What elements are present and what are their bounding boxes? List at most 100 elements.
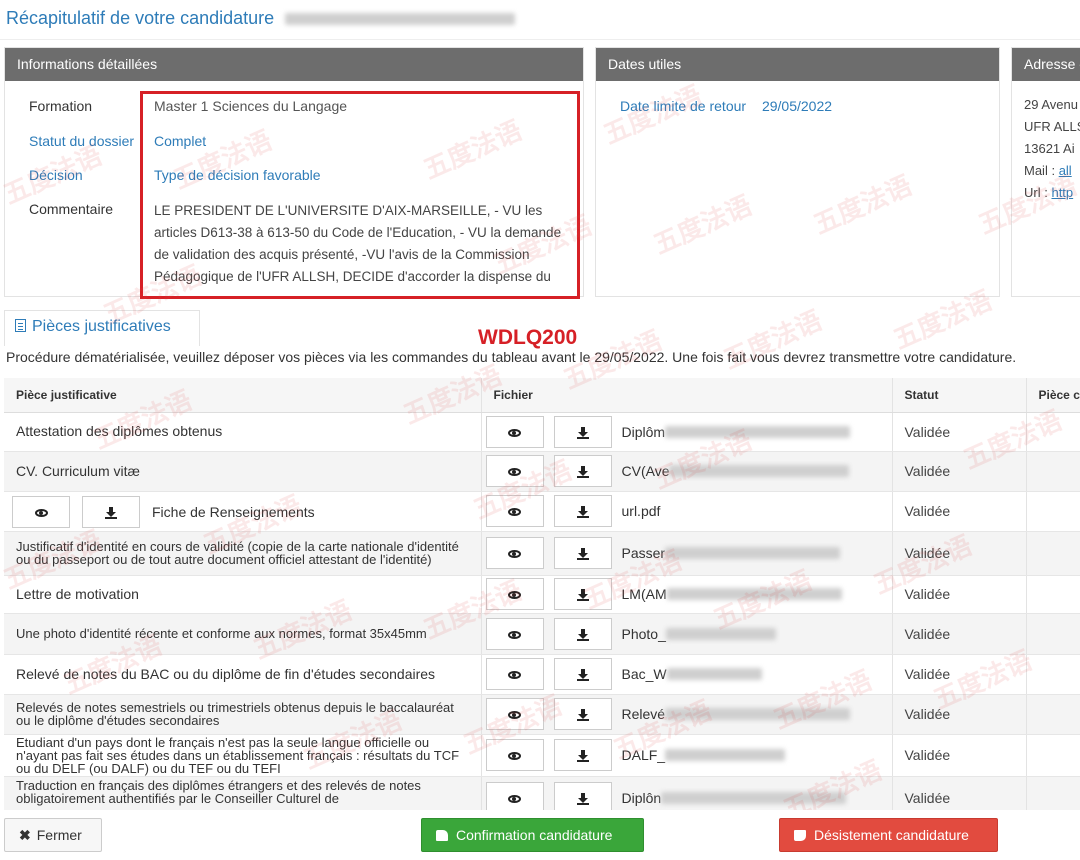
piece-label: Une photo d'identité récente et conforme… <box>4 613 482 655</box>
file-name[interactable]: DALF_ <box>622 747 666 763</box>
file-name[interactable]: Diplôm <box>622 424 666 440</box>
table-row: Relevés de notes semestriels ou trimestr… <box>4 694 1080 735</box>
confirm-application-button[interactable]: Confirmation candidature <box>421 818 644 852</box>
thumbs-up-icon <box>436 830 448 841</box>
redacted-filename <box>665 749 786 761</box>
comment-label: Commentaire <box>29 201 114 217</box>
footer-bar: ✖ Fermer Confirmation candidature Désiste… <box>0 810 1080 860</box>
close-button-label: Fermer <box>36 827 82 843</box>
download-icon <box>576 466 589 479</box>
tab-pieces-justificatives[interactable]: Pièces justificatives <box>4 310 200 346</box>
confirm-button-label: Confirmation candidature <box>456 827 613 843</box>
download-icon <box>576 506 589 519</box>
redacted-filename <box>661 792 847 804</box>
eye-icon <box>508 468 521 477</box>
documents-table: Pièce justificative Fichier Statut Pièce… <box>4 378 1080 821</box>
file-cell: Relevé <box>481 694 893 735</box>
download-icon <box>576 750 589 763</box>
view-button[interactable] <box>485 617 544 650</box>
piece-label: Lettre de motivation <box>4 575 482 614</box>
piece-label: CV. Curriculum vitæ <box>4 451 482 492</box>
status-cell: Validée <box>892 491 1027 532</box>
address-line-1: 29 Avenu <box>1024 97 1078 112</box>
view-button[interactable] <box>485 698 544 730</box>
download-button[interactable] <box>553 415 612 448</box>
view-button[interactable] <box>485 537 544 569</box>
watermark-code: WDLQ200 <box>478 326 578 349</box>
file-name[interactable]: url.pdf <box>622 503 661 519</box>
deadline-value: 29/05/2022 <box>761 98 833 114</box>
view-button[interactable] <box>485 739 544 771</box>
withdraw-application-button[interactable]: Désistement candidature <box>779 818 998 852</box>
download-button[interactable] <box>553 739 612 771</box>
download-button[interactable] <box>553 455 612 487</box>
address-line-2: UFR ALLS <box>1024 119 1080 134</box>
piece-label: Attestation des diplômes obtenus <box>4 412 482 452</box>
file-cell: CV(Ave <box>481 451 893 492</box>
eye-icon <box>508 630 521 639</box>
file-name[interactable]: LM(AM <box>622 586 667 602</box>
eye-icon <box>508 428 521 437</box>
close-button[interactable]: ✖ Fermer <box>4 818 102 852</box>
download-button[interactable] <box>553 698 612 730</box>
page-header: Récapitulatif de votre candidature <box>0 0 1080 40</box>
page-title-text: Récapitulatif de votre candidature <box>6 8 275 28</box>
table-row: Attestation des diplômes obtenus Diplôm … <box>4 412 1080 452</box>
download-button[interactable] <box>553 495 612 527</box>
download-button[interactable] <box>82 496 140 528</box>
file-name[interactable]: Bac_W <box>622 666 667 682</box>
status-cell: Validée <box>892 613 1027 655</box>
url-link[interactable]: http <box>1051 185 1073 200</box>
column-header-fichier: Fichier <box>481 378 893 413</box>
eye-icon <box>508 550 521 559</box>
decision-label: Décision <box>29 167 83 183</box>
view-button[interactable] <box>12 496 70 528</box>
piece-extra-cell <box>1026 613 1080 655</box>
eye-icon <box>508 752 521 761</box>
page-title: Récapitulatif de votre candidature <box>6 8 516 29</box>
status-value: Complet <box>154 133 207 149</box>
download-button[interactable] <box>553 537 612 569</box>
status-cell: Validée <box>892 451 1027 492</box>
piece-label: Relevé de notes du BAC ou du diplôme de … <box>4 654 482 695</box>
redacted-filename <box>666 588 842 600</box>
view-button[interactable] <box>485 658 544 690</box>
file-name[interactable]: Photo_ <box>622 626 666 642</box>
tab-label: Pièces justificatives <box>32 318 171 335</box>
view-button[interactable] <box>485 455 544 487</box>
status-cell: Validée <box>892 734 1027 777</box>
file-name[interactable]: CV(Ave <box>622 463 670 479</box>
procedure-instructions: Procédure dématérialisée, veuillez dépos… <box>6 349 1017 365</box>
file-name[interactable]: Diplôn <box>622 790 662 806</box>
dates-panel-heading: Dates utiles <box>596 48 999 81</box>
eye-icon <box>508 591 521 600</box>
status-cell: Validée <box>892 531 1027 576</box>
download-button[interactable] <box>553 658 612 690</box>
dates-panel: Dates utiles Date limite de retour 29/05… <box>595 47 1000 297</box>
table-row: Une photo d'identité récente et conforme… <box>4 613 1080 655</box>
view-button[interactable] <box>485 415 544 448</box>
download-icon <box>576 669 589 682</box>
piece-extra-cell <box>1026 575 1080 614</box>
table-row: Etudiant d'un pays dont le français n'es… <box>4 734 1080 777</box>
redacted-application-id <box>285 13 516 26</box>
eye-icon <box>508 671 521 680</box>
eye-icon <box>508 508 521 517</box>
download-button[interactable] <box>553 617 612 650</box>
details-panel: Informations détaillées Formation Master… <box>4 47 584 297</box>
mail-label: Mail : <box>1024 163 1056 178</box>
address-panel-heading: Adresse c <box>1012 48 1080 81</box>
redacted-filename <box>669 465 850 477</box>
mail-link[interactable]: all <box>1059 163 1072 178</box>
deadline-row: Date limite de retour 29/05/2022 <box>620 98 844 114</box>
download-icon <box>576 628 589 641</box>
file-cell: Diplôm <box>481 412 893 452</box>
file-name[interactable]: Relevé <box>622 706 666 722</box>
download-icon <box>105 507 117 520</box>
view-button[interactable] <box>485 578 544 610</box>
view-button[interactable] <box>485 495 544 527</box>
redacted-filename <box>665 425 851 438</box>
eye-icon <box>508 711 521 720</box>
file-name[interactable]: Passer <box>622 545 666 561</box>
download-button[interactable] <box>553 578 612 610</box>
